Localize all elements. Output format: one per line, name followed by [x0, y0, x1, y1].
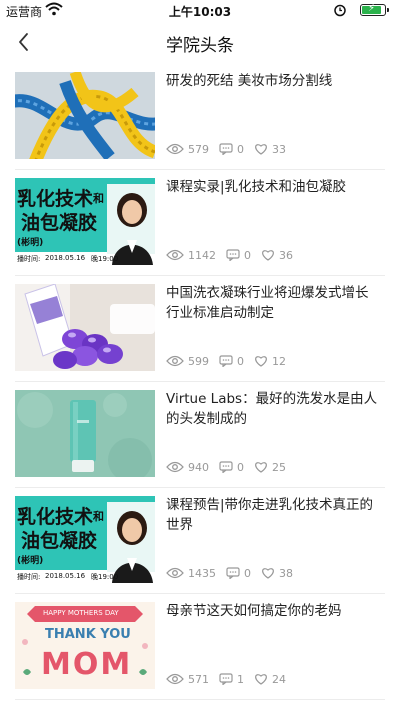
heart-icon[interactable]: [254, 461, 268, 473]
banner-time: 晚19:00: [91, 255, 119, 263]
view-count: 1435: [188, 566, 216, 580]
article-stats: 940 0 25: [166, 459, 296, 475]
comment-count: 0: [244, 248, 251, 262]
banner-line1b: 和: [93, 192, 104, 205]
like-count: 24: [272, 672, 286, 686]
article-thumbnail: [15, 284, 155, 371]
list-item[interactable]: 乳化技术 和 油包凝胶 (彬明) 播时间: 2018.05.16 晚19:00 …: [0, 170, 400, 276]
article-thumbnail: 乳化技术 和 油包凝胶 (彬明) 播时间: 2018.05.16 晚19:00: [15, 496, 155, 583]
article-stats: 579 0 33: [166, 141, 296, 157]
banner-line1: 乳化技术: [17, 188, 94, 210]
article-stats: 1142 0 36: [166, 247, 303, 263]
divider: [15, 699, 385, 700]
article-thumbnail: 乳化技术 和 油包凝胶 (彬明) 播时间: 2018.05.16 晚19:00: [15, 178, 155, 265]
mothers-day-top: HAPPY MOTHERS DAY: [43, 609, 119, 617]
heart-icon[interactable]: [261, 567, 275, 579]
comment-count: 0: [244, 566, 251, 580]
eye-icon: [166, 567, 184, 579]
eye-icon: [166, 673, 184, 685]
list-item[interactable]: 乳化技术 和 油包凝胶 (彬明) 播时间: 2018.05.16 晚19:00 …: [0, 488, 400, 594]
like-count: 38: [279, 566, 293, 580]
list-item[interactable]: 研发的死结 美妆市场分割线 579 0 33: [0, 64, 400, 170]
comment-count: 1: [237, 672, 244, 686]
heart-icon[interactable]: [254, 355, 268, 367]
list-item[interactable]: HAPPY MOTHERS DAY THANK YOU MOM 母亲节这天如何搞…: [0, 594, 400, 700]
banner-speaker: (彬明): [17, 556, 44, 566]
comment-icon: [219, 461, 233, 473]
banner-date: 2018.05.16: [45, 572, 86, 580]
article-title: 课程预告|带你走进乳化技术真正的世界: [166, 497, 374, 533]
article-title: 母亲节这天如何搞定你的老妈: [166, 603, 342, 619]
comment-count: 0: [237, 354, 244, 368]
status-bar: 运营商 上午10:03 ⚡: [0, 0, 400, 20]
list-item[interactable]: 中国洗衣凝珠行业将迎爆发式增长 行业标准启动制定 599 0 12: [0, 276, 400, 382]
view-count: 599: [188, 354, 209, 368]
eye-icon: [166, 143, 184, 155]
view-count: 579: [188, 142, 209, 156]
eye-icon: [166, 461, 184, 473]
heart-icon[interactable]: [254, 673, 268, 685]
banner-line2: 油包凝胶: [21, 212, 98, 234]
comment-icon: [219, 673, 233, 685]
comment-icon: [226, 249, 240, 261]
article-title: 研发的死结 美妆市场分割线: [166, 73, 333, 89]
comment-icon: [219, 355, 233, 367]
article-stats: 599 0 12: [166, 353, 296, 369]
article-title: 中国洗衣凝珠行业将迎爆发式增长 行业标准启动制定: [166, 285, 369, 321]
like-count: 25: [272, 460, 286, 474]
heart-icon[interactable]: [261, 249, 275, 261]
banner-time: 晚19:00: [91, 573, 119, 581]
page-title: 学院头条: [166, 36, 234, 56]
banner-line1b: 和: [93, 510, 104, 523]
article-thumbnail: HAPPY MOTHERS DAY THANK YOU MOM: [15, 602, 155, 689]
article-title: 课程实录|乳化技术和油包凝胶: [166, 179, 347, 195]
article-list: 研发的死结 美妆市场分割线 579 0 33 乳化技术 和 油包凝胶 (彬明) …: [0, 64, 400, 700]
banner-date: 2018.05.16: [45, 254, 86, 262]
view-count: 940: [188, 460, 209, 474]
eye-icon: [166, 355, 184, 367]
alarm-icon: [334, 4, 346, 17]
list-item[interactable]: Virtue Labs：最好的洗发水是由人的头发制成的 940 0 25: [0, 382, 400, 488]
banner-date-label: 播时间:: [17, 255, 41, 263]
nav-bar: 学院头条: [0, 20, 400, 64]
battery-icon: ⚡: [360, 3, 386, 16]
banner-speaker: (彬明): [17, 238, 44, 248]
mothers-day-mom: MOM: [41, 647, 133, 682]
banner-line1: 乳化技术: [17, 506, 94, 528]
article-title: Virtue Labs：最好的洗发水是由人的头发制成的: [166, 391, 378, 427]
heart-icon[interactable]: [254, 143, 268, 155]
comment-count: 0: [237, 142, 244, 156]
article-stats: 1435 0 38: [166, 565, 303, 581]
view-count: 1142: [188, 248, 216, 262]
article-thumbnail: [15, 390, 155, 477]
article-thumbnail: [15, 72, 155, 159]
banner-line2: 油包凝胶: [21, 530, 98, 552]
article-stats: 571 1 24: [166, 671, 296, 687]
like-count: 12: [272, 354, 286, 368]
comment-count: 0: [237, 460, 244, 474]
like-count: 33: [272, 142, 286, 156]
like-count: 36: [279, 248, 293, 262]
mothers-day-thank: THANK YOU: [45, 627, 131, 642]
view-count: 571: [188, 672, 209, 686]
banner-date-label: 播时间:: [17, 573, 41, 581]
eye-icon: [166, 249, 184, 261]
comment-icon: [226, 567, 240, 579]
comment-icon: [219, 143, 233, 155]
